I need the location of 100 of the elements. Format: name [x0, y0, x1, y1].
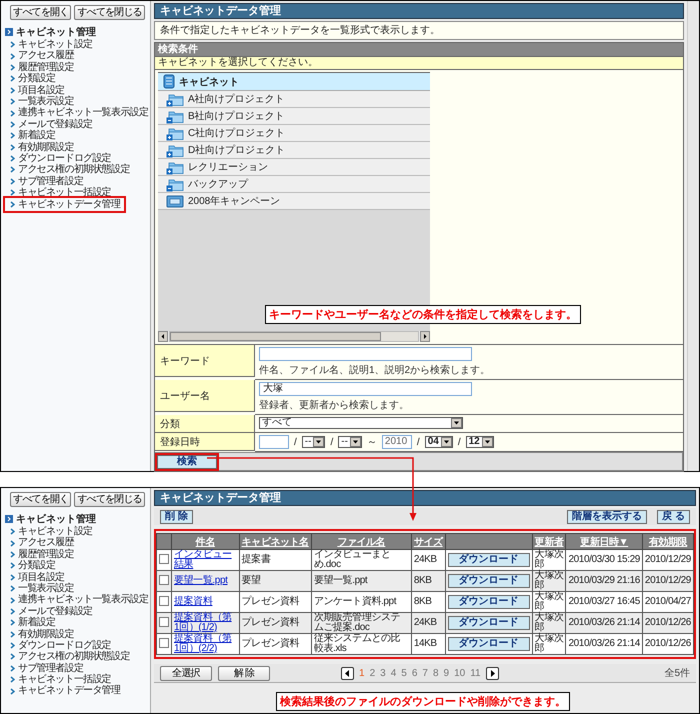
- sidebar-item[interactable]: サブ管理者設定: [5, 176, 88, 188]
- next-page-icon[interactable]: [486, 666, 499, 680]
- sidebar-item[interactable]: メールで登録設定: [5, 606, 96, 618]
- sidebar-item[interactable]: 項目名設定: [5, 84, 69, 96]
- select-all-button[interactable]: 全選択: [160, 666, 212, 680]
- section-title: キャビネット管理: [16, 512, 96, 526]
- sidebar-item[interactable]: アクセス履歴: [5, 50, 78, 62]
- year-field[interactable]: 2010: [382, 435, 412, 449]
- sidebar-item[interactable]: キャビネットデータ管理: [5, 685, 124, 697]
- dropdown[interactable]: すべて: [259, 417, 463, 429]
- sidebar-item[interactable]: 一覧表示設定: [5, 582, 78, 594]
- sidebar-item[interactable]: 有効期限設定: [5, 628, 78, 640]
- checkbox[interactable]: [159, 554, 169, 564]
- checkbox[interactable]: [159, 574, 169, 584]
- dropdown[interactable]: --: [338, 436, 362, 448]
- tree-item[interactable]: バックアップ: [158, 176, 430, 193]
- dropdown[interactable]: 04: [424, 436, 453, 448]
- file-link[interactable]: インタビュー結果: [174, 550, 237, 570]
- sidebar-item[interactable]: 有効期限設定: [5, 142, 78, 153]
- column-header[interactable]: 更新日時▼: [566, 534, 642, 550]
- page-link[interactable]: 10: [454, 668, 466, 678]
- page-link[interactable]: 6: [412, 668, 418, 678]
- search-button[interactable]: 検索: [157, 454, 217, 468]
- page-link[interactable]: 8: [432, 668, 438, 678]
- text-field[interactable]: [259, 347, 472, 361]
- sidebar-item[interactable]: ダウンロードログ設定: [5, 640, 116, 652]
- sidebar-item[interactable]: キャビネット一括設定: [5, 674, 116, 686]
- page-link[interactable]: 3: [380, 668, 386, 678]
- sidebar-item[interactable]: 連携キャビネット一覧表示設定: [5, 594, 152, 606]
- folder-icon: [166, 92, 184, 106]
- expand-button[interactable]: すべてを閉じる: [74, 492, 145, 507]
- sidebar-item[interactable]: 履歴管理設定: [5, 548, 78, 560]
- tree-item[interactable]: A社向けプロジェクト: [158, 91, 430, 108]
- checkbox[interactable]: [159, 638, 169, 648]
- tree-item[interactable]: B社向けプロジェクト: [158, 108, 430, 125]
- page-link[interactable]: 11: [470, 668, 481, 678]
- download-button[interactable]: ダウンロード: [448, 595, 530, 609]
- expand-button[interactable]: すべてを閉じる: [74, 5, 145, 20]
- sidebar-item[interactable]: キャビネットデータ管理: [5, 198, 124, 212]
- sidebar-item[interactable]: アクセス権の初期状態設定: [5, 651, 134, 663]
- sidebar-item[interactable]: メールで登録設定: [5, 118, 96, 130]
- download-button[interactable]: ダウンロード: [448, 553, 530, 567]
- page-link[interactable]: 9: [444, 668, 450, 678]
- sidebar-item[interactable]: 新着設定: [5, 130, 60, 142]
- sidebar-item[interactable]: アクセス権の初期状態設定: [5, 164, 134, 176]
- column-header[interactable]: 有効期限: [642, 534, 694, 550]
- expand-button[interactable]: すべてを開く: [10, 5, 72, 20]
- horizontal-scrollbar[interactable]: [158, 331, 430, 342]
- sidebar-item[interactable]: 新着設定: [5, 617, 60, 629]
- field-label: 分類: [155, 415, 255, 433]
- tree-item[interactable]: 2008年キャンペーン: [158, 193, 430, 210]
- show-hierarchy-button[interactable]: 階層を表示する: [567, 510, 648, 524]
- download-button[interactable]: ダウンロード: [448, 637, 530, 651]
- sidebar-item[interactable]: 項目名設定: [5, 572, 69, 583]
- deselect-button[interactable]: 解 除: [218, 666, 270, 680]
- tree-item[interactable]: レクリエーション: [158, 159, 430, 176]
- checkbox[interactable]: [159, 596, 169, 606]
- previous-page-icon[interactable]: [341, 666, 354, 680]
- text-field[interactable]: 大塚: [259, 382, 472, 396]
- file-link[interactable]: 提案資料（第1回）(1/2): [174, 613, 237, 633]
- file-link[interactable]: 要望一覧.ppt: [174, 576, 237, 586]
- download-button[interactable]: ダウンロード: [448, 616, 530, 630]
- dropdown[interactable]: --: [302, 436, 326, 448]
- delete-button[interactable]: 削 除: [160, 510, 193, 524]
- column-header[interactable]: ファイル名: [311, 534, 412, 550]
- sidebar-item[interactable]: 一覧表示設定: [5, 96, 78, 108]
- sidebar-item[interactable]: 連携キャビネット一覧表示設定: [5, 107, 152, 119]
- vertical-scrollbar[interactable]: [687, 1, 699, 471]
- column-header[interactable]: サイズ: [411, 534, 446, 550]
- checkbox[interactable]: [159, 616, 169, 626]
- tree-item[interactable]: C社向けプロジェクト: [158, 125, 430, 142]
- sidebar-item[interactable]: キャビネット一括設定: [5, 187, 116, 198]
- expand-button[interactable]: すべてを開く: [10, 492, 72, 507]
- dropdown[interactable]: 12: [466, 436, 494, 448]
- sidebar-item[interactable]: キャビネット設定: [5, 526, 96, 538]
- notice-text: キャビネットを選択してください。: [155, 56, 683, 70]
- column-header[interactable]: 更新者: [532, 534, 566, 550]
- page-link[interactable]: 4: [390, 668, 396, 678]
- year-field[interactable]: [259, 435, 289, 449]
- separator: /: [416, 436, 420, 448]
- page-link[interactable]: 2: [370, 668, 376, 678]
- tree-root[interactable]: キャビネット: [158, 73, 430, 91]
- sidebar-item[interactable]: アクセス履歴: [5, 537, 78, 549]
- sidebar-item[interactable]: サブ管理者設定: [5, 662, 88, 674]
- sidebar-item[interactable]: 分類設定: [5, 73, 60, 85]
- download-button[interactable]: ダウンロード: [448, 574, 530, 588]
- column-header[interactable]: キャビネット名: [239, 534, 312, 550]
- table-cell: プレゼン資料: [239, 612, 312, 634]
- column-header[interactable]: 件名: [172, 534, 240, 550]
- back-button[interactable]: 戻 る: [657, 510, 690, 524]
- sidebar-item[interactable]: キャビネット設定: [5, 39, 96, 50]
- file-link[interactable]: 提案資料（第1回）(2/2): [174, 634, 237, 654]
- sidebar-item[interactable]: 履歴管理設定: [5, 62, 78, 74]
- page-link[interactable]: 5: [401, 668, 407, 678]
- page-link[interactable]: 7: [422, 668, 428, 678]
- file-link[interactable]: 提案資料: [174, 597, 237, 607]
- caret-icon: [451, 418, 462, 428]
- tree-item[interactable]: D社向けプロジェクト: [158, 142, 430, 159]
- sidebar-item[interactable]: ダウンロードログ設定: [5, 152, 116, 164]
- sidebar-item[interactable]: 分類設定: [5, 560, 60, 572]
